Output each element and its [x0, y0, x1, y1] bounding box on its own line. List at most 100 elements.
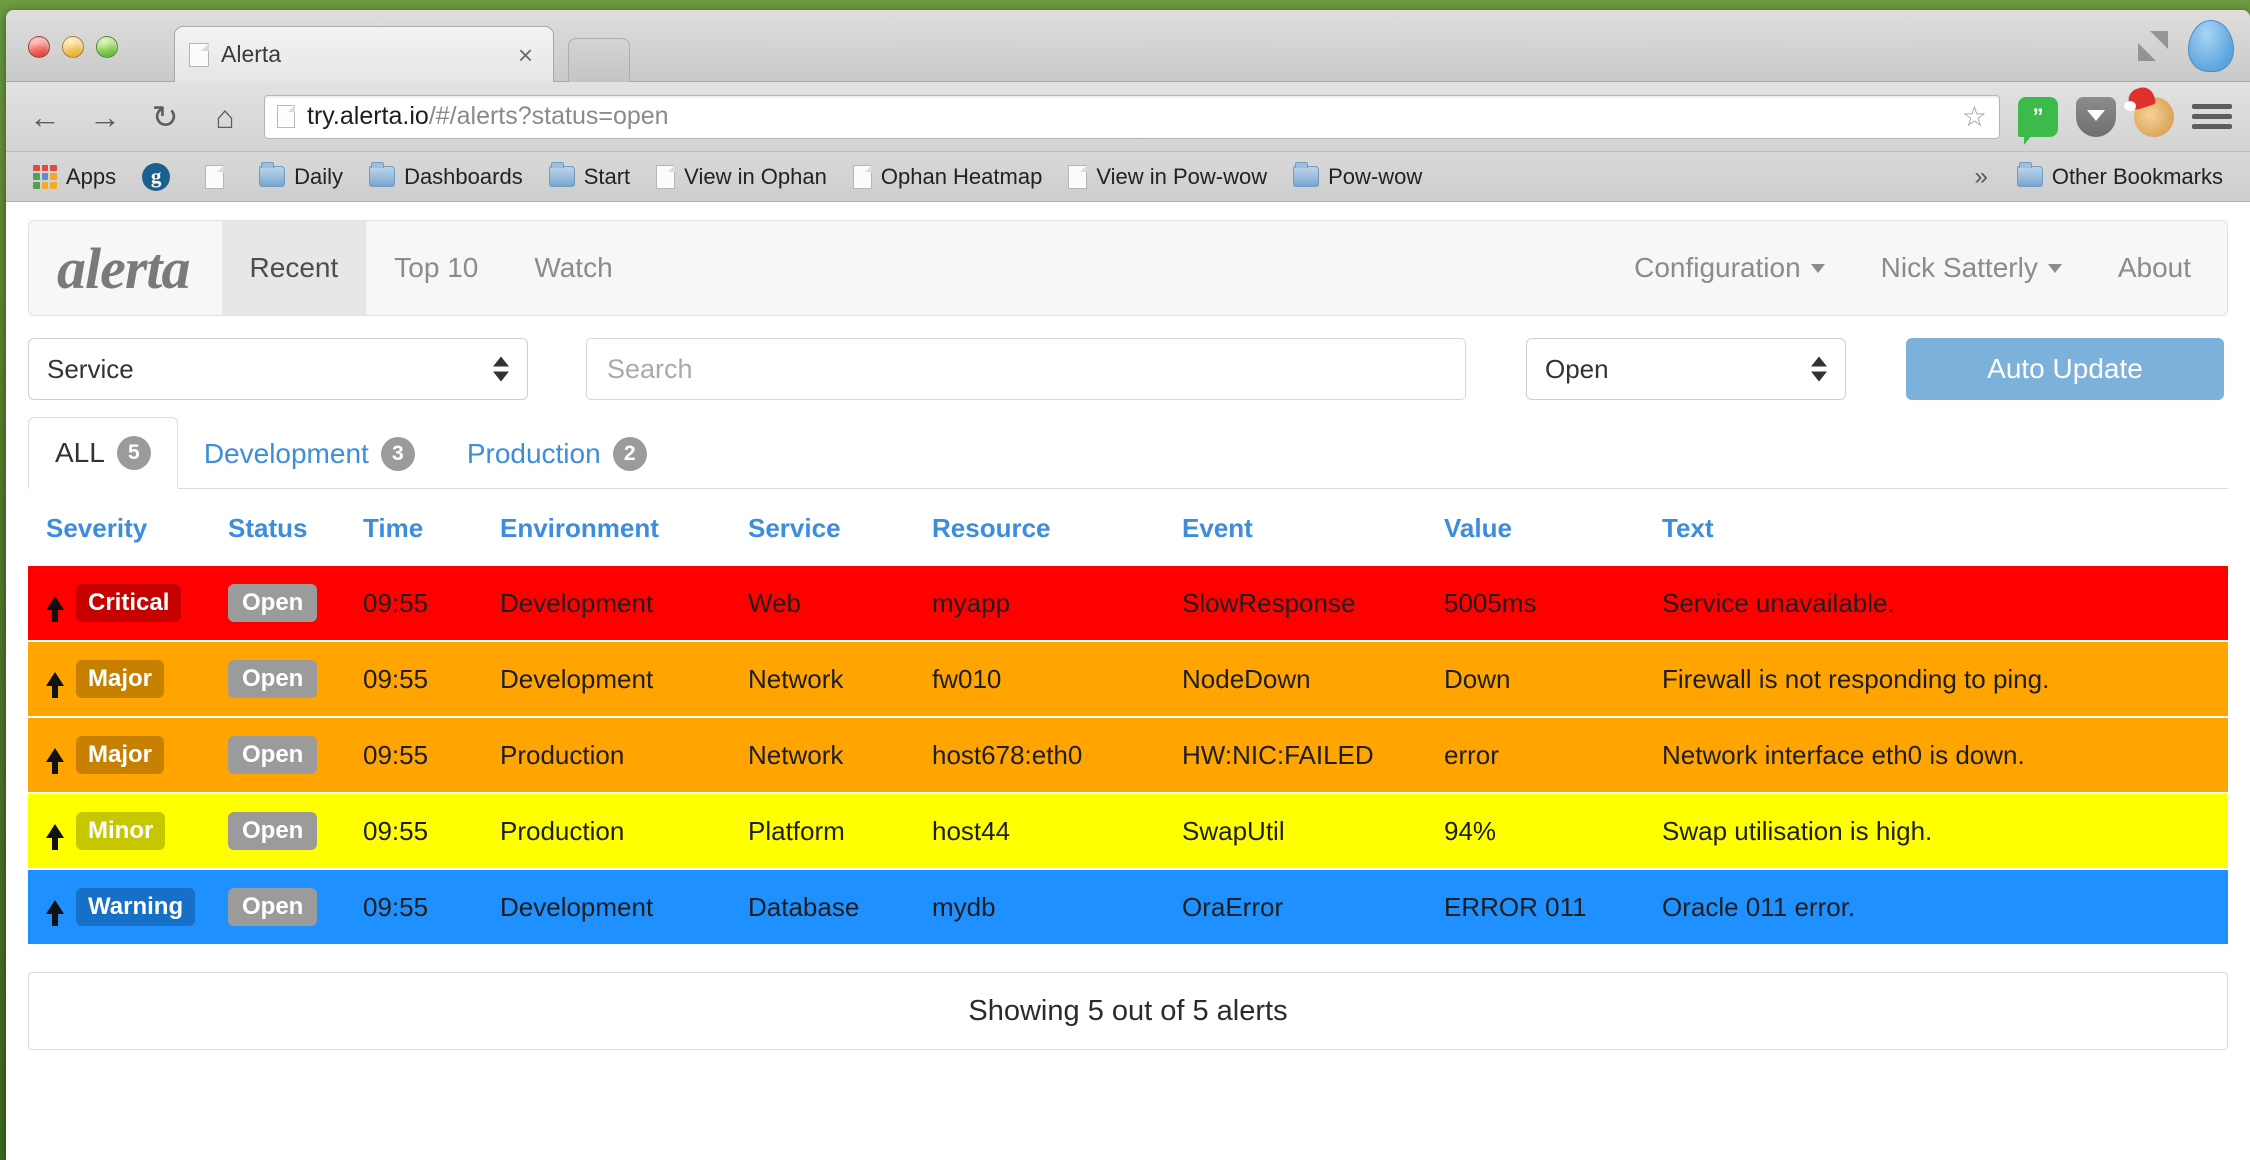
tab-count-badge: 5 — [116, 436, 151, 470]
trend-up-icon — [46, 824, 64, 850]
col-header-time[interactable]: Time — [363, 489, 500, 566]
close-window-button[interactable] — [28, 36, 50, 58]
cell-status: Open — [228, 717, 363, 793]
back-button[interactable]: ← — [24, 96, 66, 138]
cell-service: Database — [748, 891, 860, 922]
bookmark-apps[interactable]: Apps — [20, 164, 129, 190]
nav-item-user-menu[interactable]: Nick Satterly — [1853, 221, 2090, 315]
chevron-down-icon — [2047, 263, 2062, 273]
tab-count-badge: 2 — [612, 437, 647, 471]
bookmark-view-in-pow-wow[interactable]: View in Pow-wow — [1055, 164, 1280, 190]
cell-event: SwapUtil — [1182, 815, 1285, 846]
cell-time: 09:55 — [363, 663, 429, 694]
tab-production[interactable]: Production 2 — [441, 419, 673, 489]
severity-badge: Major — [76, 736, 165, 774]
browser-window: Alerta × ← → ↻ ⌂ try.alerta.io/#/alerts?… — [6, 10, 2250, 1160]
table-row[interactable]: Major Open 09:55 Production Network host… — [28, 717, 2228, 793]
tab-all[interactable]: ALL 5 — [28, 417, 178, 489]
minimize-window-button[interactable] — [62, 36, 84, 58]
col-header-resource[interactable]: Resource — [932, 489, 1182, 566]
search-input[interactable]: Search — [586, 338, 1466, 400]
status-badge[interactable]: Open — [228, 660, 318, 698]
document-icon — [852, 164, 872, 189]
page-info-icon[interactable] — [277, 105, 295, 128]
bookmark-label: Daily — [294, 163, 344, 189]
nav-item-top10[interactable]: Top 10 — [366, 221, 506, 315]
bookmark-star-icon[interactable]: ☆ — [1962, 102, 1987, 131]
status-select[interactable]: Open — [1526, 338, 1846, 400]
cell-time: 09:55 — [363, 587, 429, 618]
status-badge[interactable]: Open — [228, 812, 318, 850]
folder-icon — [548, 162, 575, 187]
col-header-text[interactable]: Text — [1662, 489, 2228, 566]
browser-tab[interactable]: Alerta × — [174, 26, 554, 82]
maximize-icon[interactable] — [2136, 29, 2170, 63]
cookie-icon[interactable] — [2124, 96, 2174, 137]
status-badge[interactable]: Open — [228, 584, 318, 622]
bookmark-other-bookmarks[interactable]: Other Bookmarks — [2004, 162, 2236, 190]
nav-item-recent[interactable]: Recent — [221, 221, 367, 315]
hangouts-icon[interactable]: ” — [2018, 96, 2058, 145]
col-header-severity[interactable]: Severity — [28, 489, 228, 566]
severity-badge: Minor — [76, 812, 166, 850]
address-bar[interactable]: try.alerta.io/#/alerts?status=open ☆ — [264, 94, 2000, 139]
cell-resource: fw010 — [932, 663, 1002, 694]
nav-item-configuration[interactable]: Configuration — [1606, 221, 1853, 315]
trend-up-icon — [46, 596, 64, 622]
bookmark-view-in-ophan[interactable]: View in Ophan — [643, 164, 840, 190]
cell-status: Open — [228, 566, 363, 641]
close-tab-icon[interactable]: × — [512, 42, 539, 68]
status-badge[interactable]: Open — [228, 736, 318, 774]
bookmarks-overflow-icon[interactable]: » — [1958, 163, 2003, 191]
col-header-environment[interactable]: Environment — [500, 489, 748, 566]
tab-label: Production — [466, 438, 601, 469]
table-row[interactable]: Major Open 09:55 Development Network fw0… — [28, 641, 2228, 717]
col-header-service[interactable]: Service — [748, 489, 932, 566]
app-brand-logo[interactable]: alerta — [29, 221, 222, 315]
bookmark-start[interactable]: Start — [536, 162, 643, 190]
col-header-status[interactable]: Status — [228, 489, 363, 566]
col-header-event[interactable]: Event — [1182, 489, 1444, 566]
reload-button[interactable]: ↻ — [144, 96, 186, 138]
bookmark-daily[interactable]: Daily — [246, 162, 356, 190]
folder-icon — [2016, 162, 2043, 187]
bookmark-untitled[interactable] — [192, 164, 246, 189]
folder-icon — [369, 162, 396, 187]
cell-event: SlowResponse — [1182, 587, 1356, 618]
cell-severity: Minor — [28, 793, 228, 869]
profile-avatar-icon[interactable] — [2188, 20, 2234, 72]
guardian-g-icon: g — [142, 162, 171, 191]
window-right-controls — [2136, 20, 2234, 72]
pocket-icon[interactable] — [2076, 96, 2116, 137]
table-row[interactable]: Minor Open 09:55 Production Platform hos… — [28, 793, 2228, 869]
bookmark-guardian[interactable]: g — [129, 162, 192, 191]
folder-icon — [1293, 162, 1320, 187]
service-select[interactable]: Service — [28, 338, 528, 400]
status-badge[interactable]: Open — [228, 888, 318, 926]
col-header-value[interactable]: Value — [1444, 489, 1662, 566]
tab-development[interactable]: Development 3 — [178, 419, 441, 489]
nav-item-about[interactable]: About — [2090, 221, 2219, 315]
zoom-window-button[interactable] — [96, 36, 118, 58]
cell-text: Oracle 011 error. — [1662, 891, 1856, 922]
bookmark-ophan-heatmap[interactable]: Ophan Heatmap — [840, 164, 1055, 190]
cell-time: 09:55 — [363, 739, 429, 770]
auto-update-button[interactable]: Auto Update — [1906, 338, 2224, 400]
table-header-row: Severity Status Time Environment Service… — [28, 489, 2228, 566]
table-row[interactable]: Critical Open 09:55 Development Web myap… — [28, 566, 2228, 641]
nav-item-watch[interactable]: Watch — [506, 221, 640, 315]
bookmark-pow-wow[interactable]: Pow-wow — [1280, 162, 1435, 190]
home-button[interactable]: ⌂ — [204, 96, 246, 138]
cell-resource: myapp — [932, 587, 1011, 618]
window-traffic-lights[interactable] — [28, 36, 118, 58]
cell-value: error — [1444, 739, 1499, 770]
chrome-menu-icon[interactable] — [2192, 97, 2232, 137]
select-spinner-icon — [1811, 356, 1827, 382]
address-bar-url: try.alerta.io/#/alerts?status=open — [307, 102, 669, 131]
cell-status: Open — [228, 869, 363, 945]
bookmark-dashboards[interactable]: Dashboards — [356, 162, 536, 190]
new-tab-button[interactable] — [568, 38, 630, 82]
table-row[interactable]: Warning Open 09:55 Development Database … — [28, 869, 2228, 945]
forward-button[interactable]: → — [84, 96, 126, 138]
cell-text: Firewall is not responding to ping. — [1662, 663, 2050, 694]
